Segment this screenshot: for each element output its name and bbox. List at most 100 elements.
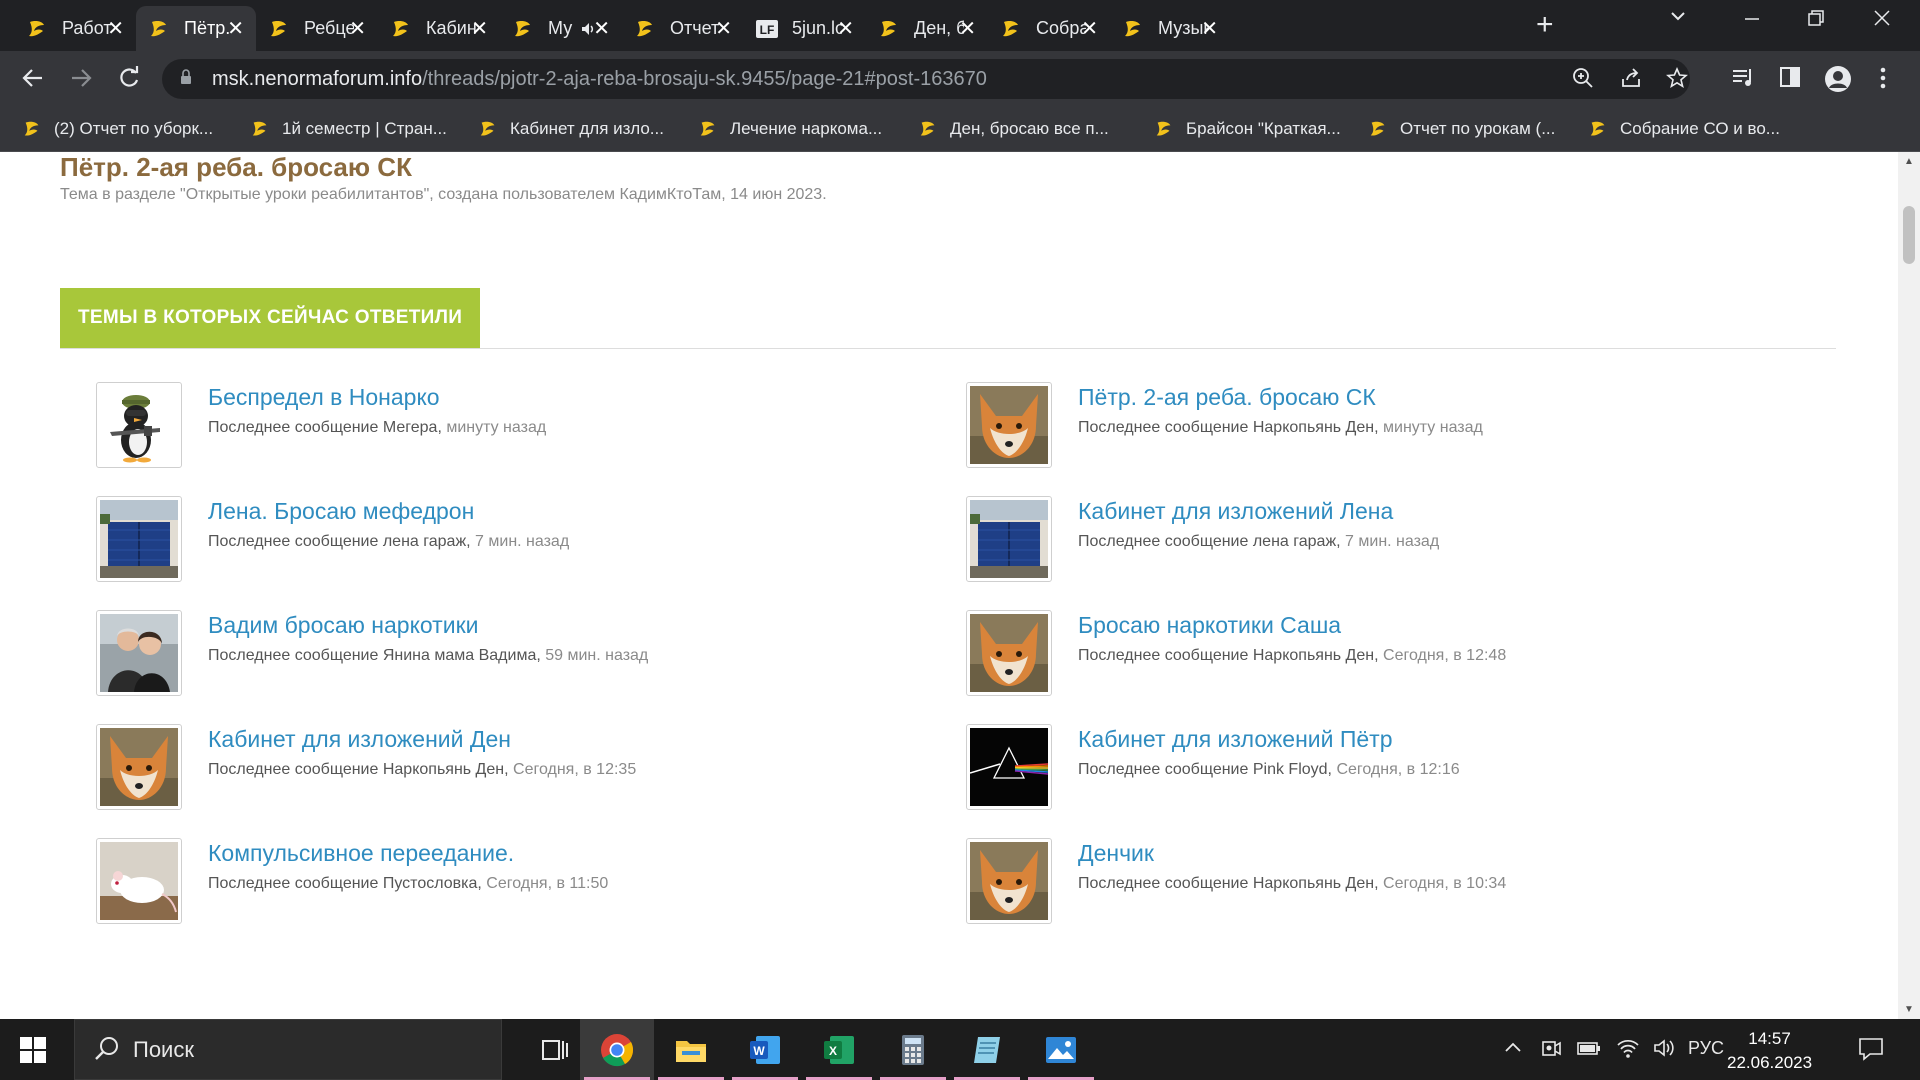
browser-tab[interactable]: Кабине✕ xyxy=(378,6,500,51)
last-post-user[interactable]: Наркопьянь Ден xyxy=(1253,875,1374,892)
bookmark-item[interactable]: Кабинет для изло... xyxy=(478,116,664,142)
thread-link[interactable]: Пётр. 2-ая реба. бросаю СК xyxy=(1078,384,1376,411)
taskbar-chrome[interactable] xyxy=(580,1019,654,1080)
recent-threads-header[interactable]: ТЕМЫ В КОТОРЫХ СЕЙЧАС ОТВЕТИЛИ xyxy=(60,288,481,348)
browser-tab[interactable]: LF 5jun.lo ✕ xyxy=(744,6,866,51)
tab-search-chevron-icon[interactable] xyxy=(1668,6,1688,32)
thread-link[interactable]: Компульсивное переедание. xyxy=(208,840,514,867)
tab-close-icon[interactable]: ✕ xyxy=(715,16,732,41)
taskbar-word[interactable]: W xyxy=(728,1019,802,1080)
last-post-user[interactable]: лена гараж xyxy=(1253,533,1336,550)
thread-avatar[interactable] xyxy=(966,496,1052,582)
taskbar-notepad[interactable] xyxy=(950,1019,1024,1080)
browser-menu-icon[interactable] xyxy=(1878,65,1888,96)
browser-tab[interactable]: Ден, бр✕ xyxy=(866,6,988,51)
thread-avatar[interactable] xyxy=(96,838,182,924)
thread-link[interactable]: Денчик xyxy=(1078,840,1154,867)
thread-link[interactable]: Вадим бросаю наркотики xyxy=(208,612,478,639)
windows-start-icon[interactable] xyxy=(20,1037,46,1063)
taskbar-photos[interactable] xyxy=(1024,1019,1098,1080)
url-text[interactable]: msk.nenormaforum.info/threads/pjotr-2-aj… xyxy=(212,68,987,91)
tab-close-icon[interactable]: ✕ xyxy=(1081,16,1098,41)
thread-avatar[interactable] xyxy=(96,724,182,810)
back-icon[interactable] xyxy=(20,65,46,96)
side-panel-icon[interactable] xyxy=(1778,65,1802,94)
battery-icon[interactable] xyxy=(1576,1037,1602,1064)
wifi-icon[interactable] xyxy=(1616,1037,1640,1064)
taskbar-calculator[interactable] xyxy=(876,1019,950,1080)
thread-link[interactable]: Кабинет для изложений Лена xyxy=(1078,498,1393,525)
thread-link[interactable]: Беспредел в Нонарко xyxy=(208,384,440,411)
thread-avatar[interactable] xyxy=(966,724,1052,810)
last-post-time[interactable]: 7 мин. назад xyxy=(475,533,569,550)
show-hidden-icons-chevron-icon[interactable] xyxy=(1502,1037,1524,1064)
last-post-time[interactable]: 59 мин. назад xyxy=(545,647,648,664)
notifications-icon[interactable] xyxy=(1858,1037,1884,1066)
zoom-icon[interactable] xyxy=(1572,67,1594,95)
close-window-icon[interactable] xyxy=(1872,8,1892,34)
last-post-user[interactable]: Наркопьянь Ден xyxy=(1253,419,1374,436)
bookmark-item[interactable]: 1й семестр | Стран... xyxy=(250,116,447,142)
bookmark-item[interactable]: Лечение наркома... xyxy=(698,116,882,142)
volume-icon[interactable] xyxy=(1652,1037,1676,1064)
tab-close-icon[interactable]: ✕ xyxy=(1201,16,1218,41)
thread-link[interactable]: Лена. Бросаю мефедрон xyxy=(208,498,474,525)
tab-close-icon[interactable]: ✕ xyxy=(227,16,244,41)
bookmark-item[interactable]: Брайсон "Краткая... xyxy=(1154,116,1341,142)
tab-close-icon[interactable]: ✕ xyxy=(471,16,488,41)
thread-avatar[interactable] xyxy=(966,610,1052,696)
tab-close-icon[interactable]: ✕ xyxy=(349,16,366,41)
last-post-time[interactable]: 7 мин. назад xyxy=(1345,533,1439,550)
bookmark-star-icon[interactable] xyxy=(1666,66,1688,95)
tab-close-icon[interactable]: ✕ xyxy=(959,16,976,41)
profile-icon[interactable] xyxy=(1824,65,1852,98)
tab-close-icon[interactable]: ✕ xyxy=(107,16,124,41)
last-post-time[interactable]: Сегодня, в 11:50 xyxy=(486,875,608,892)
page-scrollbar[interactable]: ▲ ▼ xyxy=(1898,152,1920,1019)
last-post-time[interactable]: Сегодня, в 10:34 xyxy=(1383,875,1506,892)
thread-avatar[interactable] xyxy=(96,496,182,582)
scroll-down-arrow-icon[interactable]: ▼ xyxy=(1904,1004,1914,1015)
minimize-icon[interactable] xyxy=(1742,8,1762,34)
bookmark-item[interactable]: (2) Отчет по уборк... xyxy=(22,116,213,142)
last-post-time[interactable]: минуту назад xyxy=(1383,419,1483,436)
forward-icon[interactable] xyxy=(68,65,94,96)
browser-tab[interactable]: Пётр. 2✕ xyxy=(136,6,256,51)
restore-icon[interactable] xyxy=(1806,8,1826,34)
last-post-time[interactable]: Сегодня, в 12:16 xyxy=(1336,761,1459,778)
new-tab-button[interactable]: + xyxy=(1536,10,1554,40)
browser-tab[interactable]: Музык ✕ xyxy=(1110,6,1230,51)
thread-avatar[interactable] xyxy=(96,382,182,468)
media-control-icon[interactable] xyxy=(1730,65,1756,96)
address-bar[interactable]: msk.nenormaforum.info/threads/pjotr-2-aj… xyxy=(162,59,1690,99)
browser-tab[interactable]: Работа✕ xyxy=(14,6,136,51)
scroll-up-arrow-icon[interactable]: ▲ xyxy=(1904,156,1914,167)
last-post-user[interactable]: Pink Floyd xyxy=(1253,761,1328,778)
thread-avatar[interactable] xyxy=(96,610,182,696)
thread-avatar[interactable] xyxy=(966,838,1052,924)
share-icon[interactable] xyxy=(1620,67,1642,95)
thread-link[interactable]: Кабинет для изложений Пётр xyxy=(1078,726,1393,753)
last-post-user[interactable]: Мегера xyxy=(383,419,438,436)
thread-avatar[interactable] xyxy=(966,382,1052,468)
system-clock[interactable]: 14:57 22.06.2023 xyxy=(1727,1027,1812,1075)
last-post-user[interactable]: Янина мама Вадима xyxy=(383,647,537,664)
last-post-user[interactable]: Наркопьянь Ден xyxy=(383,761,504,778)
last-post-time[interactable]: Сегодня, в 12:35 xyxy=(513,761,636,778)
input-language[interactable]: РУС xyxy=(1688,1038,1724,1059)
taskbar-search-box[interactable]: Поиск xyxy=(74,1019,502,1080)
taskbar-excel[interactable]: X xyxy=(802,1019,876,1080)
browser-tab[interactable]: Ребцен✕ xyxy=(256,6,378,51)
last-post-user[interactable]: Пустословка xyxy=(383,875,478,892)
last-post-user[interactable]: лена гараж xyxy=(383,533,466,550)
tab-close-icon[interactable]: ✕ xyxy=(837,16,854,41)
taskbar-file-explorer[interactable] xyxy=(654,1019,728,1080)
bookmark-item[interactable]: Отчет по урокам (... xyxy=(1368,116,1555,142)
thread-link[interactable]: Кабинет для изложений Ден xyxy=(208,726,511,753)
webcam-icon[interactable] xyxy=(1540,1037,1562,1064)
tab-close-icon[interactable]: ✕ xyxy=(593,16,610,41)
bookmark-item[interactable]: Ден, бросаю все п... xyxy=(918,116,1109,142)
browser-tab[interactable]: Собран✕ xyxy=(988,6,1110,51)
last-post-time[interactable]: минуту назад xyxy=(446,419,546,436)
last-post-user[interactable]: Наркопьянь Ден xyxy=(1253,647,1374,664)
